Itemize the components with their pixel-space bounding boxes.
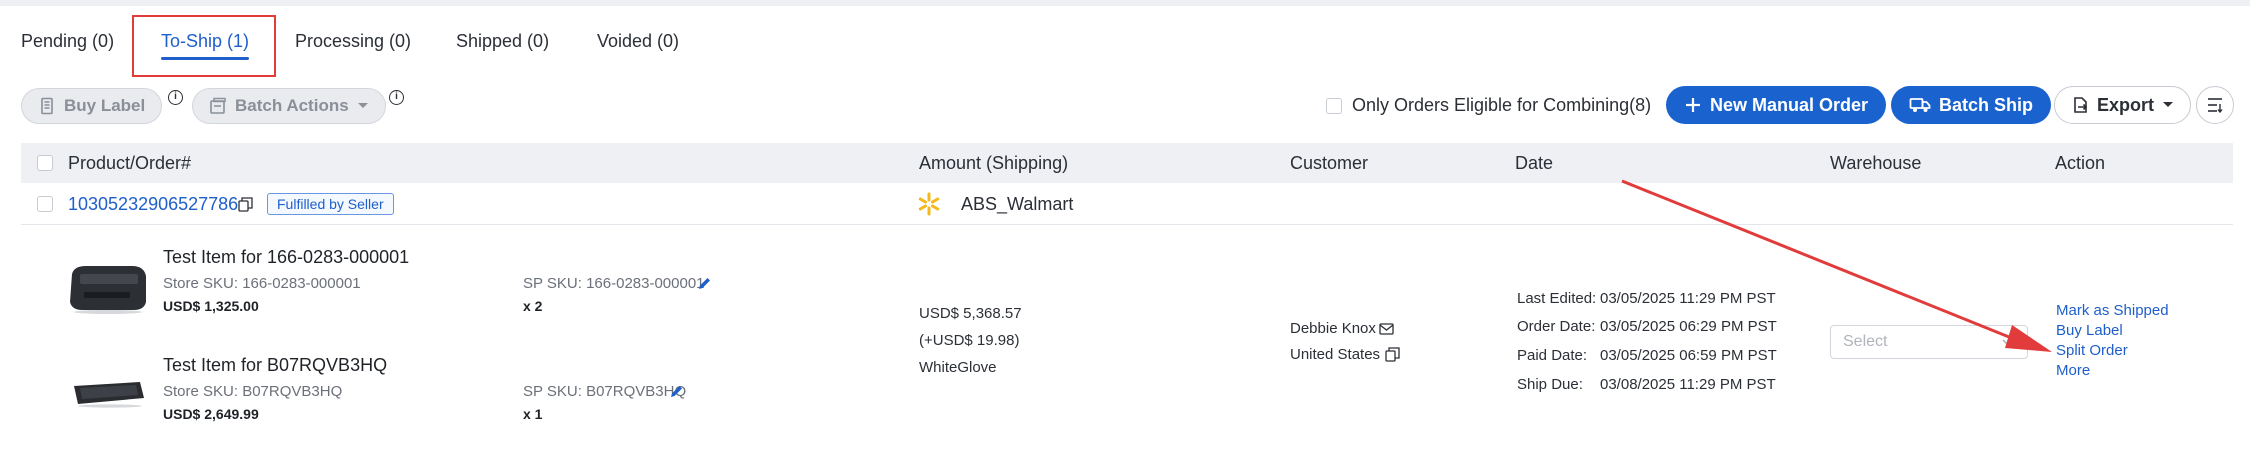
arrow-shaft <box>1621 179 2015 341</box>
arrow-head <box>2005 325 2052 352</box>
annotation-arrow <box>1621 179 2052 352</box>
